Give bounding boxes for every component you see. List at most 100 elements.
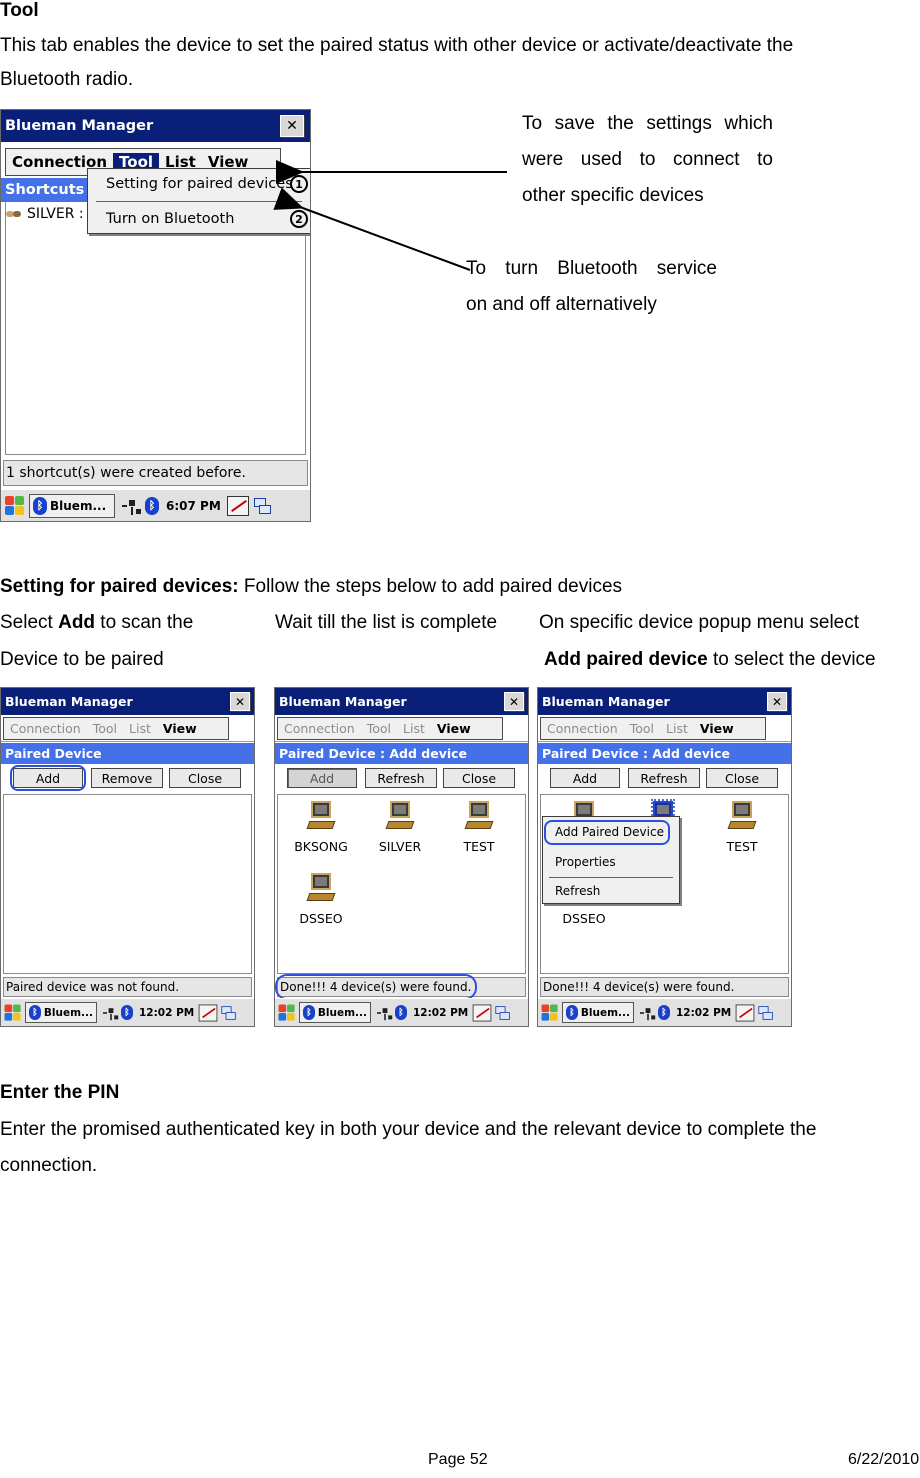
- menu-view[interactable]: View: [157, 721, 203, 736]
- paired-device-header: Paired Device: [1, 743, 254, 764]
- bluetooth-status-icon[interactable]: ᛒ: [121, 1005, 133, 1020]
- step3-line1: On specific device popup menu select: [539, 612, 860, 633]
- taskbar-app-button[interactable]: ᛒ Bluem...: [562, 1002, 634, 1023]
- taskbar-app-button[interactable]: ᛒ Bluem...: [25, 1002, 97, 1023]
- clock[interactable]: 12:02 PM: [139, 1007, 194, 1019]
- network-icon[interactable]: [122, 497, 142, 515]
- page-number: Page 52: [428, 1451, 488, 1468]
- taskbar-app-button[interactable]: ᛒ Bluem...: [299, 1002, 371, 1023]
- add-button[interactable]: Add: [287, 768, 357, 788]
- window-title: Blueman Manager: [538, 688, 791, 715]
- menu-connection[interactable]: Connection: [278, 721, 361, 736]
- device-item[interactable]: SILVER: [360, 801, 440, 854]
- step1-line1: Select Add to scan the: [0, 612, 193, 634]
- step3-post: to select the device: [707, 649, 876, 670]
- start-windows-icon[interactable]: [4, 1003, 23, 1022]
- refresh-button[interactable]: Refresh: [628, 768, 700, 788]
- close-icon[interactable]: ✕: [504, 692, 524, 711]
- computer-icon: [306, 801, 336, 831]
- start-windows-icon[interactable]: [278, 1003, 297, 1022]
- computer-icon: [306, 873, 336, 903]
- bluetooth-status-icon[interactable]: ᛒ: [395, 1005, 407, 1020]
- add-device-header: Paired Device : Add device: [538, 743, 791, 764]
- clock[interactable]: 12:02 PM: [676, 1007, 731, 1019]
- taskbar-app-label: Bluem...: [50, 498, 107, 513]
- close-icon[interactable]: ✕: [230, 692, 250, 711]
- popup-properties[interactable]: Properties: [543, 849, 679, 875]
- taskbar: ᛒ Bluem... ᛒ 12:02 PM: [275, 998, 528, 1026]
- clock[interactable]: 12:02 PM: [413, 1007, 468, 1019]
- highlight-add-paired: [544, 820, 670, 845]
- paired-heading-bold: Setting for paired devices:: [0, 576, 239, 597]
- popup-separator: [549, 877, 673, 878]
- close-button[interactable]: Close: [443, 768, 515, 788]
- step1-pre: Select: [0, 612, 59, 633]
- refresh-button[interactable]: Refresh: [365, 768, 437, 788]
- menu-tool[interactable]: Tool: [624, 721, 660, 736]
- screenshot-popup-menu: Blueman Manager ✕ Connection Tool List V…: [537, 687, 792, 1027]
- device-list: BKSONG SILVER TEST DSSEO: [277, 794, 526, 974]
- start-windows-icon[interactable]: [541, 1003, 560, 1022]
- screenshot-devices-found: Blueman Manager ✕ Connection Tool List V…: [274, 687, 529, 1027]
- taskbar-app-label: Bluem...: [317, 1006, 367, 1019]
- taskbar: ᛒ Bluem... ᛒ 12:02 PM: [1, 998, 254, 1026]
- menu-list[interactable]: List: [397, 721, 431, 736]
- bluetooth-icon: ᛒ: [29, 1005, 41, 1020]
- device-item[interactable]: TEST: [702, 801, 782, 854]
- taskbar: ᛒ Bluem... ᛒ 6:07 PM: [1, 489, 310, 521]
- taskbar: ᛒ Bluem... ᛒ 12:02 PM: [538, 998, 791, 1026]
- input-panel-icon[interactable]: [226, 495, 249, 516]
- computer-icon: [727, 801, 757, 831]
- close-button[interactable]: Close: [169, 768, 241, 788]
- callout1-line2: were used to connect to: [522, 149, 773, 170]
- taskbar-app-button[interactable]: ᛒ Bluem...: [29, 493, 115, 518]
- window-switch-icon[interactable]: [758, 1004, 775, 1021]
- input-panel-icon[interactable]: [735, 1004, 755, 1021]
- bluetooth-status-icon[interactable]: ᛒ: [658, 1005, 670, 1020]
- highlight-add: [10, 765, 86, 791]
- menu-bar: Connection Tool List View: [1, 715, 254, 742]
- section-heading-paired: Setting for paired devices: Follow the s…: [0, 576, 622, 598]
- input-panel-icon[interactable]: [198, 1004, 218, 1021]
- bluetooth-icon: ᛒ: [566, 1005, 578, 1020]
- menu-tool[interactable]: Tool: [361, 721, 397, 736]
- window-switch-icon[interactable]: [495, 1004, 512, 1021]
- screenshot-paired-empty: Blueman Manager ✕ Connection Tool List V…: [0, 687, 255, 1027]
- menu-list[interactable]: List: [660, 721, 694, 736]
- menu-connection[interactable]: Connection: [4, 721, 87, 736]
- device-label: TEST: [463, 839, 495, 854]
- device-item[interactable]: TEST: [439, 801, 519, 854]
- menu-connection[interactable]: Connection: [541, 721, 624, 736]
- menu-bar: Connection Tool List View: [275, 715, 528, 742]
- taskbar-app-label: Bluem...: [43, 1006, 93, 1019]
- popup-refresh[interactable]: Refresh: [543, 879, 679, 903]
- pin-description-line2: connection.: [0, 1155, 98, 1176]
- taskbar-app-label: Bluem...: [580, 1006, 630, 1019]
- menu-view[interactable]: View: [431, 721, 477, 736]
- network-icon[interactable]: [377, 1005, 393, 1020]
- start-windows-icon[interactable]: [4, 495, 26, 517]
- close-icon[interactable]: ✕: [767, 692, 787, 711]
- menu-tool[interactable]: Tool: [87, 721, 123, 736]
- clock[interactable]: 6:07 PM: [166, 499, 221, 513]
- add-device-header: Paired Device : Add device: [275, 743, 528, 764]
- add-button[interactable]: Add: [550, 768, 620, 788]
- window-switch-icon[interactable]: [221, 1004, 238, 1021]
- status-bar: Done!!! 4 device(s) were found.: [540, 977, 789, 997]
- bluetooth-status-icon[interactable]: ᛒ: [145, 496, 159, 515]
- device-label: DSSEO: [299, 911, 343, 926]
- device-item[interactable]: BKSONG: [281, 801, 361, 854]
- close-button[interactable]: Close: [706, 768, 778, 788]
- computer-icon: [464, 801, 494, 831]
- callout1-line3: other specific devices: [522, 185, 704, 206]
- menu-list[interactable]: List: [123, 721, 157, 736]
- network-icon[interactable]: [640, 1005, 656, 1020]
- device-item[interactable]: DSSEO: [281, 873, 361, 926]
- menu-view[interactable]: View: [694, 721, 740, 736]
- network-icon[interactable]: [103, 1005, 119, 1020]
- window-switch-icon[interactable]: [253, 496, 273, 516]
- input-panel-icon[interactable]: [472, 1004, 492, 1021]
- arrow-to-bluetooth-item: [273, 187, 471, 271]
- menu-frame: Connection Tool List View: [540, 717, 766, 740]
- remove-button[interactable]: Remove: [91, 768, 163, 788]
